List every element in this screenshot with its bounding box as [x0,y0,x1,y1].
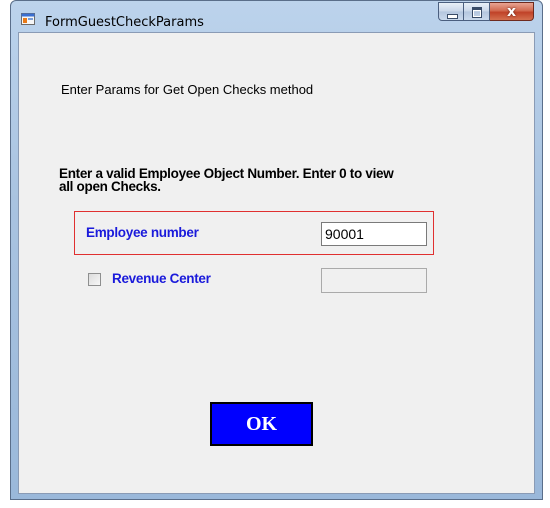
caption-buttons: x [438,2,534,22]
employee-number-group: Employee number [74,211,434,255]
close-button[interactable]: x [490,2,534,21]
instruction-text: Enter a valid Employee Object Number. En… [59,167,519,194]
client-area: Enter Params for Get Open Checks method … [18,32,535,494]
title-bar[interactable]: FormGuestCheckParams x [11,1,542,31]
revenue-center-checkbox[interactable] [88,273,101,286]
ok-button[interactable]: OK [210,402,313,446]
minimize-icon [447,14,458,19]
revenue-center-row: Revenue Center [88,265,438,295]
employee-number-input[interactable] [321,222,427,246]
employee-number-label: Employee number [86,225,199,240]
app-form-icon [21,13,35,25]
revenue-center-input [321,268,427,293]
minimize-button[interactable] [438,2,464,21]
close-icon: x [506,4,517,20]
instruction-line-2: all open Checks. [59,179,161,194]
maximize-button[interactable] [464,2,490,21]
maximize-icon [472,7,482,18]
window-title: FormGuestCheckParams [45,15,204,30]
intro-text: Enter Params for Get Open Checks method [61,82,314,97]
revenue-center-label[interactable]: Revenue Center [112,271,211,286]
dialog-window: FormGuestCheckParams x Enter Params for … [10,0,543,500]
